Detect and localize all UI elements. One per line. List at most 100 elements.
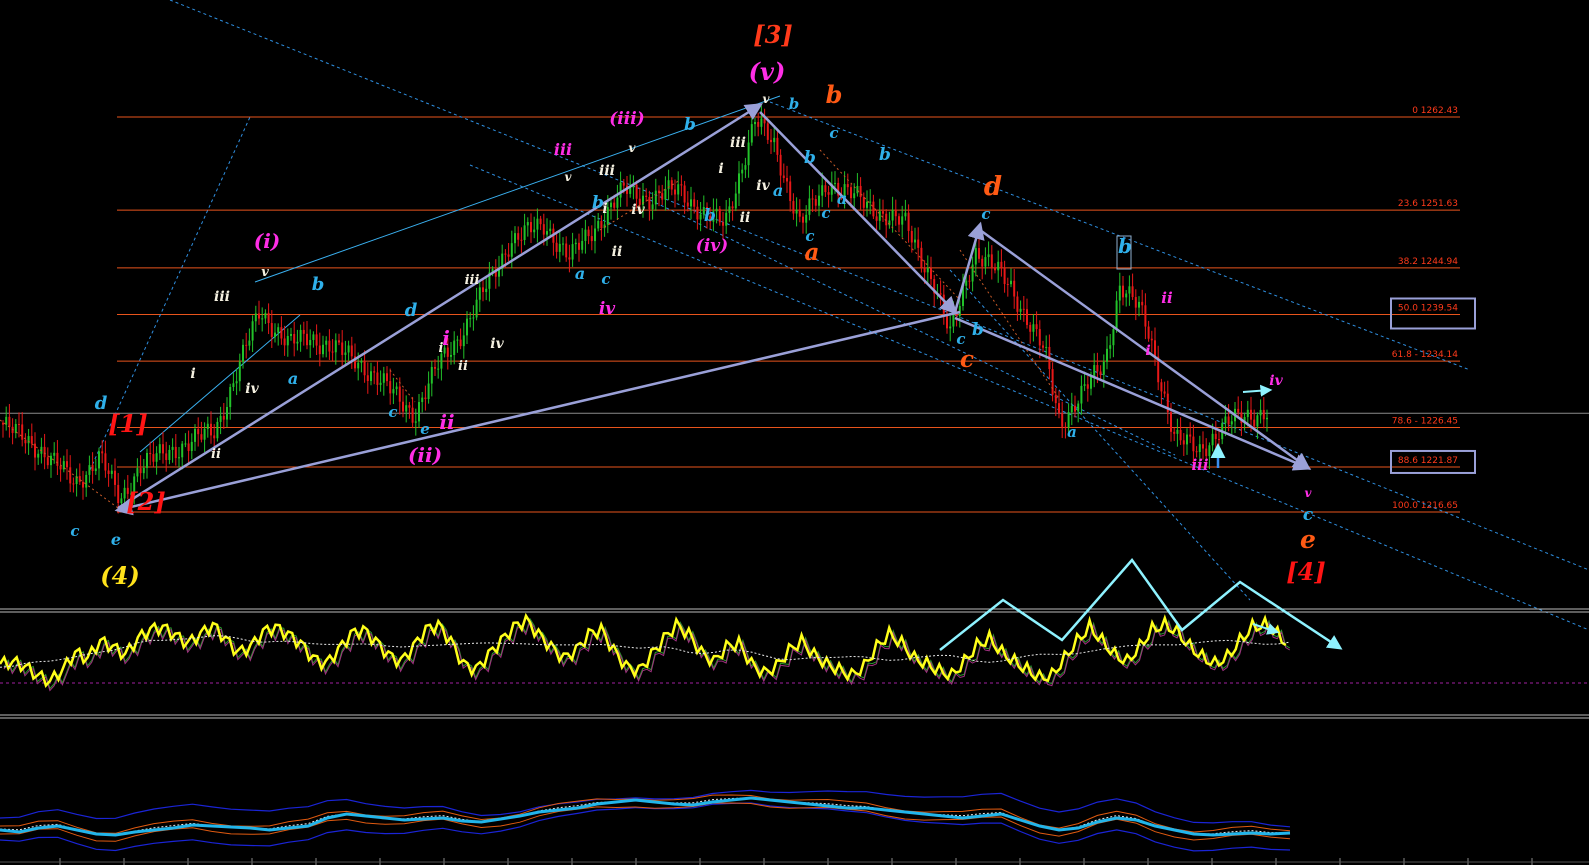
candle-body-89 bbox=[286, 335, 289, 346]
candle-body-35 bbox=[114, 470, 116, 485]
candle-body-350 bbox=[1122, 285, 1124, 298]
candle-body-389 bbox=[1246, 409, 1249, 418]
candle-body-59 bbox=[190, 441, 193, 451]
candle-body-353 bbox=[1131, 286, 1134, 298]
candle-body-95 bbox=[306, 333, 308, 346]
candle-body-356 bbox=[1141, 301, 1144, 306]
candle-body-355 bbox=[1138, 301, 1140, 308]
candle-body-99 bbox=[318, 345, 321, 355]
candle-body-131 bbox=[421, 397, 424, 403]
wave-label-60: (4) bbox=[100, 561, 139, 590]
wave-label-53: a bbox=[288, 369, 298, 388]
candle-body-314 bbox=[1006, 283, 1009, 285]
candle-body-113 bbox=[363, 360, 366, 376]
wave-label-32: c bbox=[981, 205, 990, 223]
candle-body-324 bbox=[1038, 329, 1041, 346]
candle-body-122 bbox=[392, 389, 395, 394]
candle-body-287 bbox=[920, 247, 923, 268]
candle-body-181 bbox=[581, 240, 584, 250]
candle-body-118 bbox=[379, 382, 382, 385]
candle-body-234 bbox=[750, 124, 753, 143]
candle-body-135 bbox=[434, 366, 436, 369]
fib-label-4: 61.8 - 1234.14 bbox=[1392, 350, 1458, 360]
candle-body-267 bbox=[856, 185, 859, 194]
candle-body-239 bbox=[766, 123, 769, 140]
candle-body-214 bbox=[686, 202, 689, 207]
wave-label-28: a bbox=[805, 239, 820, 266]
candle-body-363 bbox=[1163, 391, 1166, 394]
candle-body-240 bbox=[770, 139, 772, 143]
candle-body-371 bbox=[1189, 434, 1192, 437]
candle-body-206 bbox=[661, 193, 664, 200]
candle-body-382 bbox=[1224, 416, 1227, 424]
candle-body-265 bbox=[850, 187, 852, 199]
wave-label-45: [4] bbox=[1286, 557, 1325, 586]
wave-label-51: i bbox=[190, 366, 195, 382]
wave-label-67: c bbox=[388, 403, 397, 421]
wave-label-71: iv bbox=[0, 0, 10, 5]
candle-body-392 bbox=[1256, 415, 1259, 427]
candle-body-301 bbox=[965, 280, 968, 286]
candle-body-229 bbox=[734, 193, 737, 209]
wave-label-3: v bbox=[763, 92, 771, 106]
candle-body-319 bbox=[1022, 308, 1025, 310]
candle-body-86 bbox=[277, 327, 280, 333]
candle-body-330 bbox=[1058, 403, 1060, 414]
candle-body-124 bbox=[398, 386, 401, 402]
candle-body-246 bbox=[789, 181, 792, 202]
candle-body-88 bbox=[283, 338, 286, 346]
candle-body-225 bbox=[722, 222, 724, 226]
candle-body-318 bbox=[1019, 308, 1022, 312]
candle-body-129 bbox=[414, 421, 417, 423]
wave-label-61: d bbox=[405, 300, 418, 321]
candle-body-51 bbox=[165, 453, 168, 461]
candle-body-288 bbox=[923, 267, 926, 273]
candle-body-84 bbox=[270, 323, 273, 337]
candle-body-71 bbox=[229, 387, 232, 408]
wave-label-25: ii bbox=[740, 210, 751, 226]
candle-body-343 bbox=[1099, 371, 1102, 375]
candle-body-378 bbox=[1211, 433, 1214, 446]
candle-body-163 bbox=[523, 225, 526, 240]
candle-body-21 bbox=[69, 467, 72, 484]
candle-body-218 bbox=[699, 214, 702, 220]
candle-body-232 bbox=[744, 165, 747, 170]
candle-body-366 bbox=[1173, 431, 1176, 434]
wave-label-29: (iv) bbox=[696, 236, 728, 256]
candle-body-377 bbox=[1208, 445, 1211, 457]
candle-body-357 bbox=[1144, 305, 1147, 327]
candle-body-183 bbox=[587, 229, 590, 237]
fib-label-3: 50.0 1239.54 bbox=[1398, 304, 1458, 314]
candle-body-109 bbox=[350, 345, 353, 357]
wave-label-0: [3] bbox=[753, 20, 792, 49]
candle-body-11 bbox=[37, 453, 40, 458]
candle-body-36 bbox=[117, 484, 120, 504]
candle-body-273 bbox=[875, 216, 878, 221]
wave-label-9: v bbox=[629, 141, 637, 155]
candle-body-317 bbox=[1016, 296, 1019, 312]
candle-body-147 bbox=[472, 317, 475, 319]
candle-body-203 bbox=[651, 204, 654, 210]
candle-body-283 bbox=[907, 212, 910, 231]
candle-body-226 bbox=[725, 212, 728, 226]
candle-body-60 bbox=[194, 429, 196, 442]
candle-body-175 bbox=[562, 243, 564, 245]
candle-body-143 bbox=[459, 339, 462, 347]
candle-body-179 bbox=[574, 242, 577, 245]
candle-body-359 bbox=[1150, 338, 1153, 341]
candle-body-94 bbox=[302, 329, 305, 334]
candle-body-329 bbox=[1054, 394, 1057, 404]
candle-body-244 bbox=[782, 175, 785, 178]
candle-body-56 bbox=[181, 443, 184, 458]
candle-body-136 bbox=[437, 368, 440, 370]
candle-body-47 bbox=[152, 454, 155, 462]
candle-body-146 bbox=[469, 318, 472, 320]
candle-body-215 bbox=[690, 199, 692, 207]
candle-body-114 bbox=[366, 375, 369, 381]
wave-label-18: b bbox=[879, 145, 891, 165]
candle-body-177 bbox=[568, 257, 571, 260]
candle-body-184 bbox=[590, 236, 593, 242]
candle-body-335 bbox=[1074, 405, 1076, 412]
candle-body-211 bbox=[677, 184, 680, 195]
candle-body-43 bbox=[139, 468, 142, 474]
